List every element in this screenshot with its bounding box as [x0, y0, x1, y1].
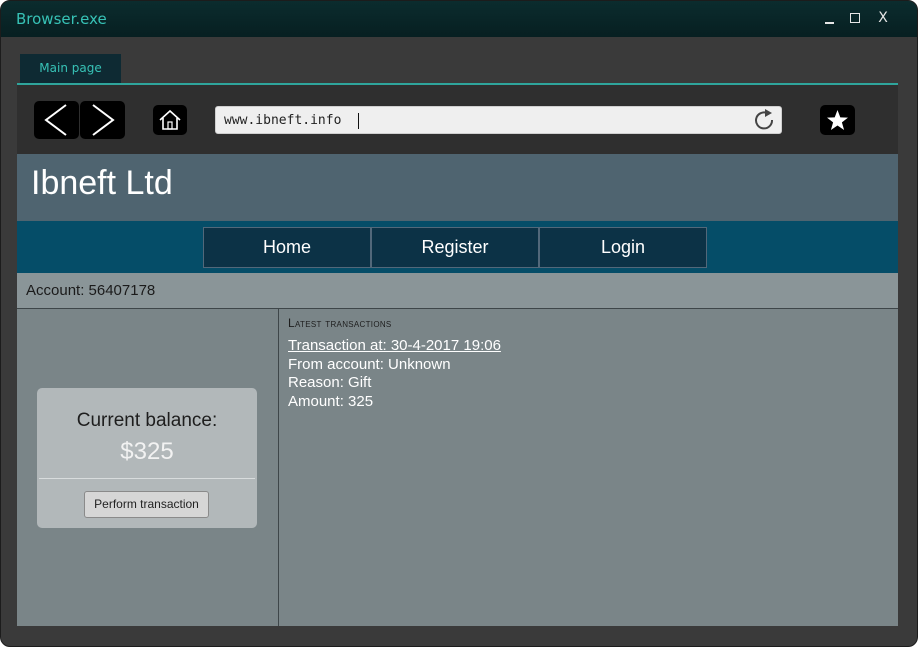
account-bar: Account: 56407178	[17, 273, 898, 309]
minimize-icon	[824, 22, 834, 24]
title-bar[interactable]: Browser.exe X	[1, 1, 917, 37]
transaction-amount: Amount: 325	[288, 392, 374, 410]
divider	[39, 478, 255, 479]
site-title: Ibneft Ltd	[31, 164, 173, 202]
transactions-heading: Latest transactions	[288, 316, 392, 330]
browser-window: Browser.exe X Main page www.ibneft.info …	[0, 0, 918, 647]
browser-toolbar	[17, 85, 898, 154]
back-button[interactable]	[34, 101, 79, 139]
transaction-from: From account: Unknown	[288, 355, 451, 373]
transaction-link[interactable]: Transaction at: 30-4-2017 19:06	[288, 337, 501, 356]
balance-pane: Current balance: $325 Perform transactio…	[17, 309, 279, 626]
bookmark-button[interactable]	[820, 105, 855, 135]
tab-main-page[interactable]: Main page	[20, 54, 121, 83]
close-button[interactable]: X	[875, 10, 891, 26]
balance-value: $325	[120, 438, 174, 465]
transaction-entry: Transaction at: 30-4-2017 19:06 From acc…	[288, 337, 501, 411]
site-nav: Home Register Login	[17, 221, 898, 273]
reload-icon	[755, 109, 774, 130]
perform-transaction-button[interactable]: Perform transaction	[84, 491, 209, 518]
address-bar[interactable]	[215, 106, 782, 134]
nav-login-link[interactable]: Login	[539, 227, 707, 268]
url-input[interactable]	[224, 107, 744, 133]
site-header: Ibneft Ltd	[17, 154, 898, 221]
transactions-pane: Latest transactions Transaction at: 30-4…	[279, 309, 898, 626]
balance-card: Current balance: $325 Perform transactio…	[37, 388, 257, 528]
reload-button[interactable]	[753, 109, 777, 131]
account-number: Account: 56407178	[26, 282, 156, 299]
forward-button[interactable]	[80, 101, 125, 139]
home-icon	[159, 109, 181, 130]
web-page: Ibneft Ltd Home Register Login Account: …	[17, 154, 898, 626]
window-title: Browser.exe	[16, 10, 107, 28]
maximize-button[interactable]	[847, 10, 863, 26]
text-caret	[358, 113, 359, 129]
nav-home-link[interactable]: Home	[203, 227, 371, 268]
star-icon	[827, 110, 848, 130]
minimize-button[interactable]	[821, 10, 837, 26]
transaction-reason: Reason: Gift	[288, 374, 372, 391]
balance-label: Current balance:	[76, 410, 218, 431]
nav-register-link[interactable]: Register	[371, 227, 539, 268]
back-arrow-icon	[44, 104, 67, 136]
home-button[interactable]	[153, 105, 187, 135]
maximize-icon	[850, 13, 860, 23]
forward-arrow-icon	[92, 104, 115, 136]
